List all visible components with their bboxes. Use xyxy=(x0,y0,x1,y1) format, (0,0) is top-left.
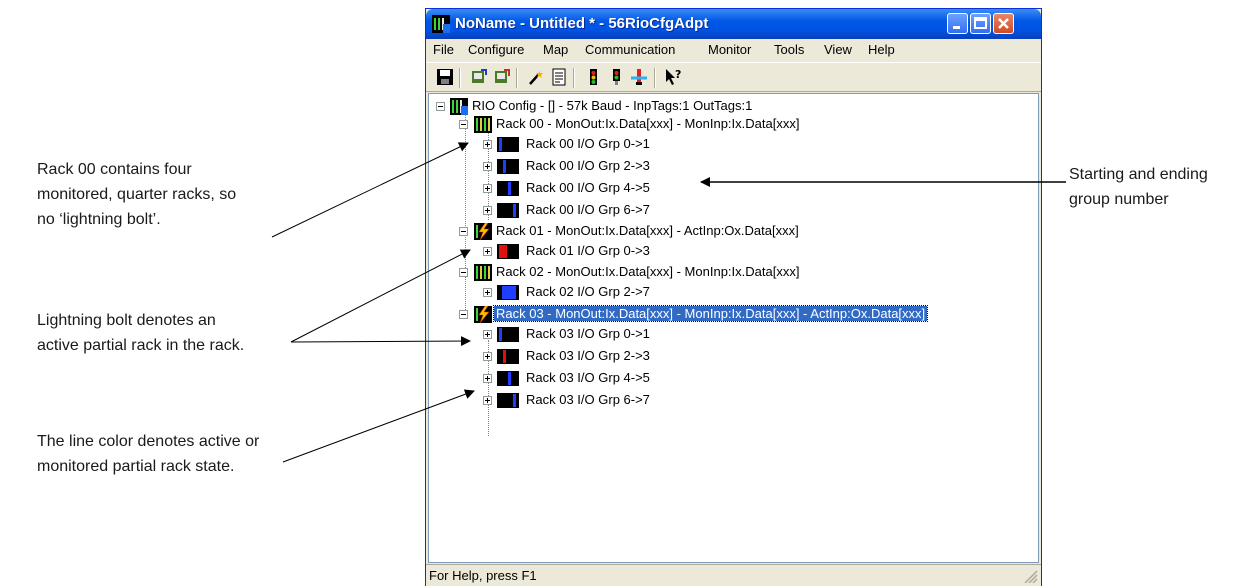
callout-leaders xyxy=(271,142,1066,463)
leader-lightning-1 xyxy=(290,249,471,343)
leader-rack00 xyxy=(271,142,469,238)
leader-linecolor xyxy=(282,389,475,463)
leader-lightning-2 xyxy=(290,336,471,347)
